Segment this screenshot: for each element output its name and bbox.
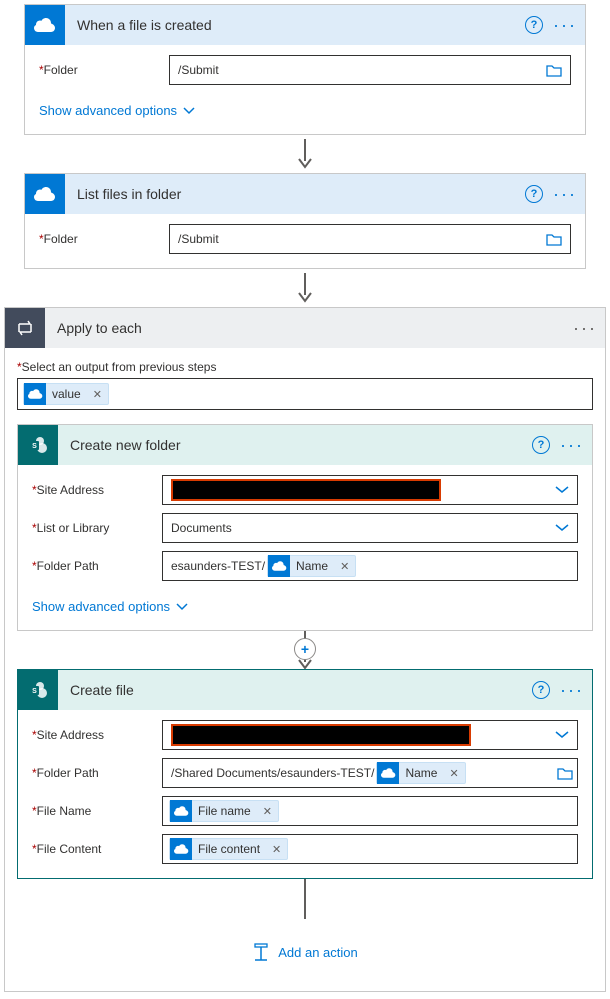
list-library-label: *List or Library	[32, 521, 162, 535]
create-file-header[interactable]: S Create file ? ···	[18, 670, 592, 710]
folder-value: /Submit	[178, 63, 219, 77]
advanced-options-link[interactable]: Show advanced options	[39, 103, 195, 118]
trigger-card: When a file is created ? ··· *Folder /Su…	[24, 4, 586, 135]
sharepoint-icon: S	[18, 425, 58, 465]
chevron-down-icon	[176, 603, 188, 611]
create-file-title: Create file	[58, 682, 532, 698]
chevron-down-icon	[183, 107, 195, 115]
svg-text:S: S	[32, 443, 37, 450]
onedrive-icon	[268, 555, 290, 577]
insert-step-button[interactable]: +	[294, 638, 316, 660]
folder-path-input[interactable]: esaunders-TEST/ Name ✕	[162, 551, 578, 581]
create-folder-title: Create new folder	[58, 437, 532, 453]
create-folder-header[interactable]: S Create new folder ? ···	[18, 425, 592, 465]
remove-token-icon[interactable]: ✕	[334, 560, 355, 573]
folder-label: *Folder	[39, 63, 169, 77]
list-files-title: List files in folder	[65, 186, 525, 202]
select-output-input[interactable]: value ✕	[17, 378, 593, 410]
list-files-card: List files in folder ? ··· *Folder /Subm…	[24, 173, 586, 269]
onedrive-icon	[25, 174, 65, 214]
more-icon[interactable]: ···	[573, 318, 597, 339]
name-token[interactable]: Name ✕	[376, 762, 465, 784]
apply-to-each-card: Apply to each ··· *Select an output from…	[4, 307, 606, 992]
site-address-input[interactable]	[162, 720, 578, 750]
remove-token-icon[interactable]: ✕	[87, 388, 108, 401]
svg-text:S: S	[32, 688, 37, 695]
folder-path-label: *Folder Path	[32, 766, 162, 780]
help-icon[interactable]: ?	[525, 185, 543, 203]
folder-value: /Submit	[178, 232, 219, 246]
more-icon[interactable]: ···	[553, 15, 577, 36]
remove-token-icon[interactable]: ✕	[443, 767, 464, 780]
redacted-value	[171, 479, 441, 501]
advanced-options-link[interactable]: Show advanced options	[32, 599, 188, 614]
add-action-icon	[252, 943, 270, 961]
sharepoint-icon: S	[18, 670, 58, 710]
remove-token-icon[interactable]: ✕	[257, 805, 278, 818]
redacted-value	[171, 724, 471, 746]
help-icon[interactable]: ?	[532, 681, 550, 699]
onedrive-icon	[24, 383, 46, 405]
onedrive-icon	[377, 762, 399, 784]
more-icon[interactable]: ···	[553, 184, 577, 205]
create-file-card: S Create file ? ··· *Site Address *F	[17, 669, 593, 879]
onedrive-icon	[25, 5, 65, 45]
more-icon[interactable]: ···	[560, 680, 584, 701]
folder-picker-icon[interactable]	[546, 64, 562, 77]
site-address-label: *Site Address	[32, 728, 162, 742]
chevron-down-icon[interactable]	[555, 731, 569, 739]
help-icon[interactable]: ?	[525, 16, 543, 34]
more-icon[interactable]: ···	[560, 435, 584, 456]
name-token[interactable]: Name ✕	[267, 555, 356, 577]
folder-input[interactable]: /Submit	[169, 55, 571, 85]
trigger-header[interactable]: When a file is created ? ···	[25, 5, 585, 45]
create-folder-card: S Create new folder ? ··· *Site Address	[17, 424, 593, 631]
value-token[interactable]: value ✕	[23, 383, 109, 405]
file-name-input[interactable]: File name ✕	[162, 796, 578, 826]
connector-line	[17, 879, 593, 919]
loop-title: Apply to each	[45, 320, 573, 336]
folder-path-input[interactable]: /Shared Documents/esaunders-TEST/ Name ✕	[162, 758, 578, 788]
list-files-header[interactable]: List files in folder ? ···	[25, 174, 585, 214]
folder-input[interactable]: /Submit	[169, 224, 571, 254]
file-content-label: *File Content	[32, 842, 162, 856]
apply-to-each-header[interactable]: Apply to each ···	[5, 308, 605, 348]
chevron-down-icon[interactable]	[555, 524, 569, 532]
chevron-down-icon[interactable]	[555, 486, 569, 494]
filecontent-token[interactable]: File content ✕	[169, 838, 288, 860]
file-name-label: *File Name	[32, 804, 162, 818]
connector-arrow	[4, 269, 606, 307]
folder-picker-icon[interactable]	[546, 233, 562, 246]
select-output-label: *Select an output from previous steps	[17, 360, 593, 374]
onedrive-icon	[170, 800, 192, 822]
folder-label: *Folder	[39, 232, 169, 246]
add-action-button[interactable]: Add an action	[17, 919, 593, 979]
filename-token[interactable]: File name ✕	[169, 800, 279, 822]
remove-token-icon[interactable]: ✕	[266, 843, 287, 856]
help-icon[interactable]: ?	[532, 436, 550, 454]
trigger-title: When a file is created	[65, 17, 525, 33]
site-address-input[interactable]	[162, 475, 578, 505]
list-library-input[interactable]: Documents	[162, 513, 578, 543]
folder-picker-icon[interactable]	[557, 767, 573, 780]
site-address-label: *Site Address	[32, 483, 162, 497]
folder-path-label: *Folder Path	[32, 559, 162, 573]
connector-arrow	[4, 135, 606, 173]
loop-icon	[5, 308, 45, 348]
onedrive-icon	[170, 838, 192, 860]
file-content-input[interactable]: File content ✕	[162, 834, 578, 864]
